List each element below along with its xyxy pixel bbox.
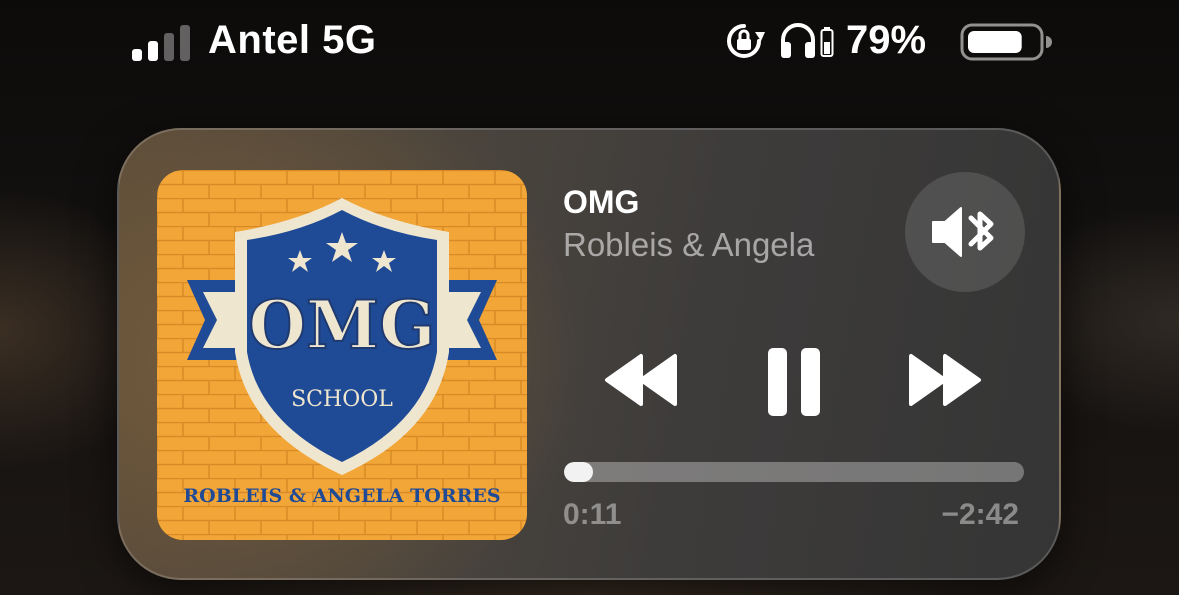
- artwork-school-text: SCHOOL: [291, 387, 393, 412]
- audio-output-button[interactable]: [905, 172, 1025, 292]
- song-artist: Robleis & Angela: [563, 226, 815, 263]
- rotation-lock-icon: [727, 24, 765, 58]
- pause-button[interactable]: [759, 344, 829, 420]
- remaining-time: −2:42: [941, 498, 1019, 531]
- rewind-button[interactable]: [603, 352, 683, 408]
- battery-percent: 79%: [846, 18, 927, 62]
- rewind-icon: [605, 354, 677, 406]
- headphones-icon: [781, 23, 815, 58]
- signal-bar: [148, 41, 158, 61]
- signal-bar: [132, 49, 142, 61]
- elapsed-time: 0:11: [563, 498, 622, 531]
- artwork-footer-text: ROBLEIS & ANGELA TORRES: [183, 485, 500, 507]
- signal-icon: [132, 25, 194, 61]
- artwork-logo-text: OMG: [249, 286, 436, 364]
- fast-forward-button[interactable]: [903, 352, 983, 408]
- now-playing-card: OMG SCHOOL ROBLEIS & ANGELA TORRES OMG R…: [117, 128, 1061, 580]
- headphones-battery-icon: [820, 27, 834, 57]
- speaker-bluetooth-icon: [932, 207, 994, 257]
- fast-forward-icon: [909, 354, 981, 406]
- playback-progress-fill: [564, 462, 594, 482]
- signal-bar: [164, 33, 174, 61]
- signal-bar: [180, 25, 190, 61]
- battery-icon: [960, 23, 1052, 61]
- song-title: OMG: [563, 184, 640, 220]
- pause-icon: [768, 348, 820, 416]
- playback-scrubber[interactable]: [564, 462, 1024, 482]
- status-bar: Antel 5G 79%: [0, 0, 1179, 84]
- album-artwork[interactable]: OMG SCHOOL ROBLEIS & ANGELA TORRES: [157, 170, 527, 540]
- carrier-label: Antel 5G: [208, 18, 377, 62]
